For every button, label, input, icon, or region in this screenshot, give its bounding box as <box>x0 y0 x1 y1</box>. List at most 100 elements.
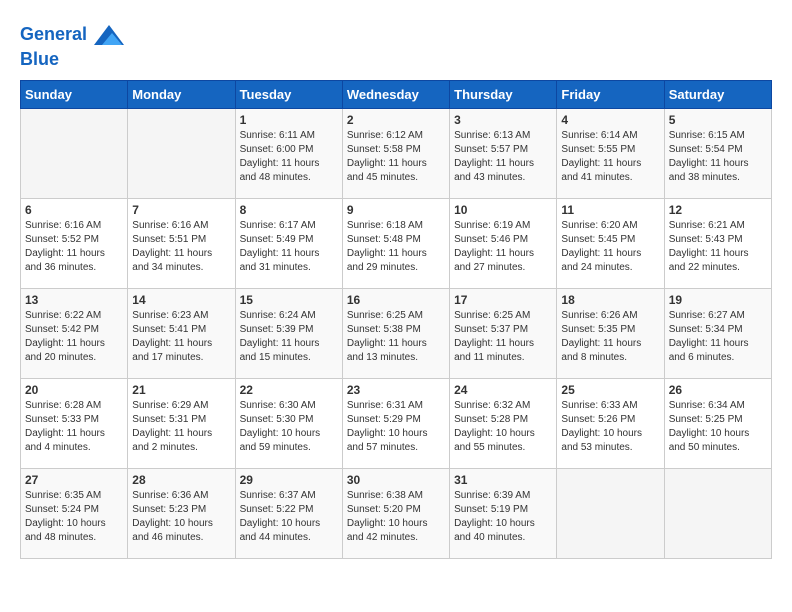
day-cell: 13 Sunrise: 6:22 AMSunset: 5:42 PMDayligh… <box>21 288 128 378</box>
day-number: 6 <box>25 203 123 217</box>
day-number: 22 <box>240 383 338 397</box>
day-cell: 30 Sunrise: 6:38 AMSunset: 5:20 PMDayligh… <box>342 468 449 558</box>
day-number: 3 <box>454 113 552 127</box>
weekday-header-thursday: Thursday <box>450 80 557 108</box>
day-cell: 2Sunrise: 6:12 AMSunset: 5:58 PMDaylight… <box>342 108 449 198</box>
day-number: 5 <box>669 113 767 127</box>
weekday-header-sunday: Sunday <box>21 80 128 108</box>
day-cell: 26 Sunrise: 6:34 AMSunset: 5:25 PMDayligh… <box>664 378 771 468</box>
day-cell: 24Sunrise: 6:32 AMSunset: 5:28 PMDayligh… <box>450 378 557 468</box>
day-number: 16 <box>347 293 445 307</box>
calendar-table: SundayMondayTuesdayWednesdayThursdayFrid… <box>20 80 772 559</box>
day-info: Sunrise: 6:21 AMSunset: 5:43 PMDaylight:… <box>669 219 767 275</box>
day-cell: 8 Sunrise: 6:17 AMSunset: 5:49 PMDaylight… <box>235 198 342 288</box>
day-cell: 3 Sunrise: 6:13 AMSunset: 5:57 PMDaylight… <box>450 108 557 198</box>
week-row-1: 1 Sunrise: 6:11 AMSunset: 6:00 PMDaylight… <box>21 108 772 198</box>
day-info: Sunrise: 6:27 AMSunset: 5:34 PMDaylight:… <box>669 309 767 365</box>
day-info: Sunrise: 6:25 AMSunset: 5:38 PMDaylight:… <box>347 309 445 365</box>
day-info: Sunrise: 6:12 AMSunset: 5:58 PMDaylight:… <box>347 129 445 185</box>
day-number: 29 <box>240 473 338 487</box>
day-number: 15 <box>240 293 338 307</box>
day-info: Sunrise: 6:14 AMSunset: 5:55 PMDaylight:… <box>561 129 659 185</box>
day-number: 13 <box>25 293 123 307</box>
day-number: 28 <box>132 473 230 487</box>
day-number: 25 <box>561 383 659 397</box>
day-info: Sunrise: 6:31 AMSunset: 5:29 PMDaylight:… <box>347 399 445 455</box>
day-info: Sunrise: 6:22 AMSunset: 5:42 PMDaylight:… <box>25 309 123 365</box>
day-cell: 9 Sunrise: 6:18 AMSunset: 5:48 PMDaylight… <box>342 198 449 288</box>
day-info: Sunrise: 6:17 AMSunset: 5:49 PMDaylight:… <box>240 219 338 275</box>
page-header: General Blue <box>20 20 772 70</box>
day-number: 19 <box>669 293 767 307</box>
logo-general: General <box>20 24 87 44</box>
day-number: 9 <box>347 203 445 217</box>
day-info: Sunrise: 6:24 AMSunset: 5:39 PMDaylight:… <box>240 309 338 365</box>
day-number: 30 <box>347 473 445 487</box>
day-info: Sunrise: 6:38 AMSunset: 5:20 PMDaylight:… <box>347 489 445 545</box>
day-number: 11 <box>561 203 659 217</box>
day-number: 7 <box>132 203 230 217</box>
day-number: 27 <box>25 473 123 487</box>
day-cell: 20 Sunrise: 6:28 AMSunset: 5:33 PMDayligh… <box>21 378 128 468</box>
day-cell <box>664 468 771 558</box>
day-number: 12 <box>669 203 767 217</box>
day-info: Sunrise: 6:28 AMSunset: 5:33 PMDaylight:… <box>25 399 123 455</box>
day-cell: 31Sunrise: 6:39 AMSunset: 5:19 PMDayligh… <box>450 468 557 558</box>
day-info: Sunrise: 6:36 AMSunset: 5:23 PMDaylight:… <box>132 489 230 545</box>
week-row-5: 27 Sunrise: 6:35 AMSunset: 5:24 PMDayligh… <box>21 468 772 558</box>
day-number: 26 <box>669 383 767 397</box>
weekday-header-tuesday: Tuesday <box>235 80 342 108</box>
day-cell: 5 Sunrise: 6:15 AMSunset: 5:54 PMDaylight… <box>664 108 771 198</box>
day-info: Sunrise: 6:15 AMSunset: 5:54 PMDaylight:… <box>669 129 767 185</box>
day-info: Sunrise: 6:16 AMSunset: 5:52 PMDaylight:… <box>25 219 123 275</box>
day-info: Sunrise: 6:34 AMSunset: 5:25 PMDaylight:… <box>669 399 767 455</box>
day-number: 21 <box>132 383 230 397</box>
day-cell: 21Sunrise: 6:29 AMSunset: 5:31 PMDayligh… <box>128 378 235 468</box>
logo: General Blue <box>20 20 124 70</box>
day-cell: 14Sunrise: 6:23 AMSunset: 5:41 PMDayligh… <box>128 288 235 378</box>
day-info: Sunrise: 6:39 AMSunset: 5:19 PMDaylight:… <box>454 489 552 545</box>
day-cell: 28 Sunrise: 6:36 AMSunset: 5:23 PMDayligh… <box>128 468 235 558</box>
day-cell: 10Sunrise: 6:19 AMSunset: 5:46 PMDayligh… <box>450 198 557 288</box>
weekday-header-wednesday: Wednesday <box>342 80 449 108</box>
day-cell: 27 Sunrise: 6:35 AMSunset: 5:24 PMDayligh… <box>21 468 128 558</box>
day-cell: 12 Sunrise: 6:21 AMSunset: 5:43 PMDayligh… <box>664 198 771 288</box>
week-row-4: 20 Sunrise: 6:28 AMSunset: 5:33 PMDayligh… <box>21 378 772 468</box>
day-number: 8 <box>240 203 338 217</box>
weekday-header-monday: Monday <box>128 80 235 108</box>
day-number: 4 <box>561 113 659 127</box>
day-cell <box>557 468 664 558</box>
day-number: 1 <box>240 113 338 127</box>
day-cell: 16 Sunrise: 6:25 AMSunset: 5:38 PMDayligh… <box>342 288 449 378</box>
day-info: Sunrise: 6:13 AMSunset: 5:57 PMDaylight:… <box>454 129 552 185</box>
day-cell: 6 Sunrise: 6:16 AMSunset: 5:52 PMDaylight… <box>21 198 128 288</box>
week-row-2: 6 Sunrise: 6:16 AMSunset: 5:52 PMDaylight… <box>21 198 772 288</box>
day-info: Sunrise: 6:26 AMSunset: 5:35 PMDaylight:… <box>561 309 659 365</box>
day-info: Sunrise: 6:35 AMSunset: 5:24 PMDaylight:… <box>25 489 123 545</box>
day-info: Sunrise: 6:20 AMSunset: 5:45 PMDaylight:… <box>561 219 659 275</box>
day-cell: 22 Sunrise: 6:30 AMSunset: 5:30 PMDayligh… <box>235 378 342 468</box>
day-cell: 4 Sunrise: 6:14 AMSunset: 5:55 PMDaylight… <box>557 108 664 198</box>
day-cell: 29 Sunrise: 6:37 AMSunset: 5:22 PMDayligh… <box>235 468 342 558</box>
weekday-header-friday: Friday <box>557 80 664 108</box>
day-number: 17 <box>454 293 552 307</box>
day-number: 14 <box>132 293 230 307</box>
logo-blue: Blue <box>20 49 59 69</box>
day-number: 23 <box>347 383 445 397</box>
day-number: 20 <box>25 383 123 397</box>
day-info: Sunrise: 6:30 AMSunset: 5:30 PMDaylight:… <box>240 399 338 455</box>
day-cell: 19 Sunrise: 6:27 AMSunset: 5:34 PMDayligh… <box>664 288 771 378</box>
weekday-header-saturday: Saturday <box>664 80 771 108</box>
day-cell: 23 Sunrise: 6:31 AMSunset: 5:29 PMDayligh… <box>342 378 449 468</box>
day-cell: 17Sunrise: 6:25 AMSunset: 5:37 PMDayligh… <box>450 288 557 378</box>
day-number: 24 <box>454 383 552 397</box>
day-cell: 11 Sunrise: 6:20 AMSunset: 5:45 PMDayligh… <box>557 198 664 288</box>
day-info: Sunrise: 6:11 AMSunset: 6:00 PMDaylight:… <box>240 129 338 185</box>
day-info: Sunrise: 6:33 AMSunset: 5:26 PMDaylight:… <box>561 399 659 455</box>
weekday-header-row: SundayMondayTuesdayWednesdayThursdayFrid… <box>21 80 772 108</box>
day-cell <box>21 108 128 198</box>
day-info: Sunrise: 6:18 AMSunset: 5:48 PMDaylight:… <box>347 219 445 275</box>
day-info: Sunrise: 6:16 AMSunset: 5:51 PMDaylight:… <box>132 219 230 275</box>
day-cell: 7 Sunrise: 6:16 AMSunset: 5:51 PMDaylight… <box>128 198 235 288</box>
day-info: Sunrise: 6:37 AMSunset: 5:22 PMDaylight:… <box>240 489 338 545</box>
